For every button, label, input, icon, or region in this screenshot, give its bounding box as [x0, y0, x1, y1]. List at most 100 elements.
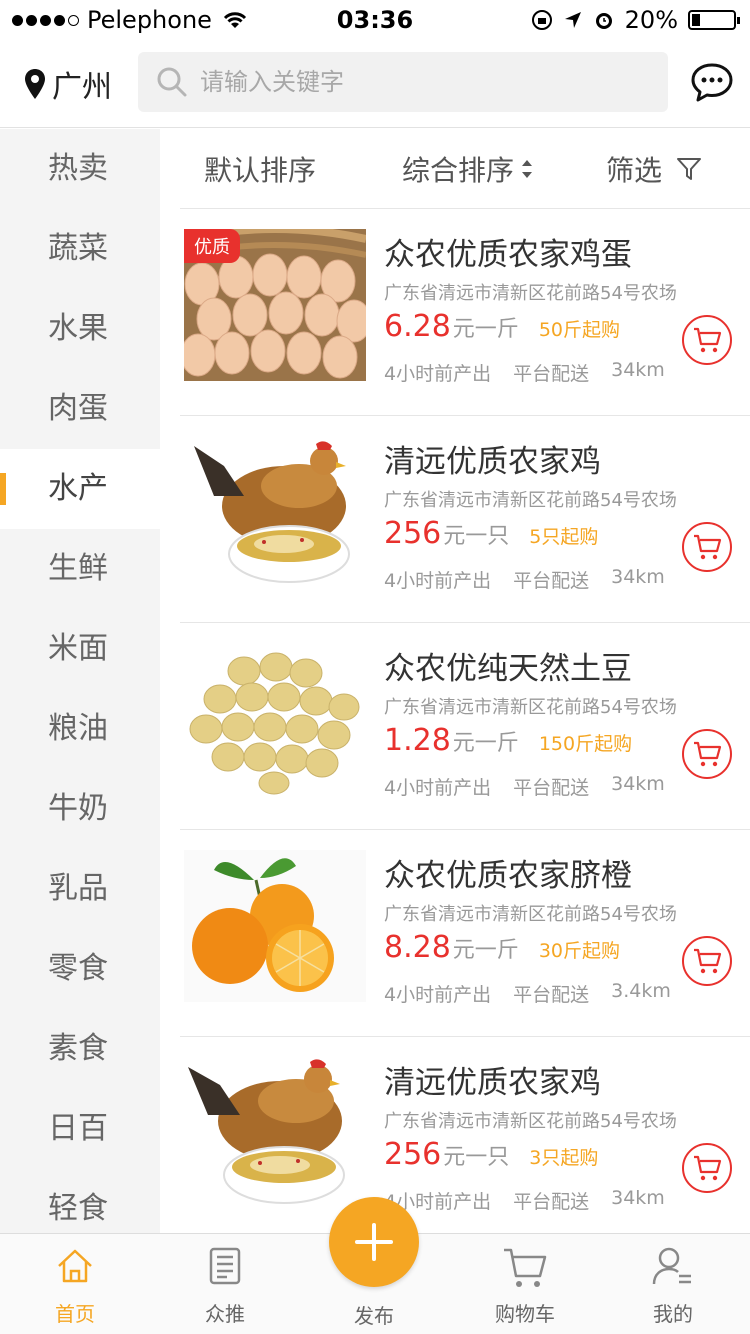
plus-icon: [355, 1223, 393, 1261]
product-item[interactable]: 众农优纯天然土豆 广东省清远市清新区花前路54号农场 1.28 元一斤 150斤…: [180, 623, 750, 830]
location-arrow-icon: [564, 12, 581, 28]
add-to-cart-button[interactable]: [682, 936, 732, 986]
product-address: 广东省清远市清新区花前路54号农场: [384, 904, 677, 925]
distance: 34km: [611, 359, 665, 381]
category-milk[interactable]: 牛奶: [0, 769, 160, 849]
home-icon: [58, 1249, 92, 1283]
product-list: 优质 众农优质农家鸡蛋 广东省清远市清新区花前路54号农场 6.28 元一斤 5…: [180, 209, 750, 1244]
cart-icon: [694, 534, 722, 560]
product-unit: 元一斤: [452, 317, 519, 342]
status-bar: Pelephone 03:36 20%: [0, 0, 750, 40]
tab-cart[interactable]: 购物车: [470, 1234, 580, 1334]
chat-bubble-icon: [691, 63, 733, 102]
product-address: 广东省清远市清新区花前路54号农场: [384, 490, 677, 511]
product-name[interactable]: 众农优质农家脐橙: [384, 850, 632, 895]
add-to-cart-button[interactable]: [682, 1143, 732, 1193]
category-hot[interactable]: 热卖: [0, 129, 160, 209]
category-sidebar: 热卖 蔬菜 水果 肉蛋 水产 生鲜 米面 粮油 牛奶 乳品 零食 素食 日百 轻…: [0, 129, 160, 1233]
add-to-cart-button[interactable]: [682, 315, 732, 365]
produced-time: 4小时前产出: [384, 570, 492, 592]
product-item[interactable]: 清远优质农家鸡 广东省清远市清新区花前路54号农场 256 元一只 3只起购 4…: [180, 1037, 750, 1244]
tab-cart-label: 购物车: [495, 1302, 555, 1326]
sort-composite-label: 综合排序: [402, 153, 515, 187]
product-item[interactable]: 清远优质农家鸡 广东省清远市清新区花前路54号农场 256 元一只 5只起购 4…: [180, 416, 750, 623]
sort-composite-button[interactable]: 综合排序: [402, 149, 534, 189]
message-button[interactable]: [690, 60, 734, 108]
produced-time: 4小时前产出: [384, 777, 492, 799]
product-item[interactable]: 优质 众农优质农家鸡蛋 广东省清远市清新区花前路54号农场 6.28 元一斤 5…: [180, 209, 750, 416]
tab-recommend-label: 众推: [205, 1302, 245, 1326]
min-purchase: 30斤起购: [538, 940, 620, 962]
rotation-lock-icon: [531, 10, 552, 30]
produced-time: 4小时前产出: [384, 363, 492, 385]
search-input[interactable]: [200, 68, 640, 96]
category-fresh[interactable]: 生鲜: [0, 529, 160, 609]
category-rice-noodles[interactable]: 米面: [0, 609, 160, 689]
product-price: 256: [384, 516, 442, 551]
sort-default-button[interactable]: 默认排序: [204, 149, 316, 189]
cart-icon: [504, 1248, 547, 1287]
product-image-chicken[interactable]: [184, 436, 366, 588]
product-price: 256: [384, 1137, 442, 1172]
tab-home[interactable]: 首页: [20, 1234, 130, 1334]
min-purchase: 5只起购: [529, 526, 599, 548]
location-selector[interactable]: 广州: [24, 62, 112, 106]
category-dairy[interactable]: 乳品: [0, 849, 160, 929]
delivery-type: 平台配送: [513, 363, 590, 385]
delivery-type: 平台配送: [513, 1191, 590, 1213]
battery-percent: 20%: [624, 6, 678, 34]
product-name[interactable]: 众农优质农家鸡蛋: [384, 229, 632, 274]
category-snacks[interactable]: 零食: [0, 929, 160, 1009]
product-item[interactable]: 众农优质农家脐橙 广东省清远市清新区花前路54号农场 8.28 元一斤 30斤起…: [180, 830, 750, 1037]
category-seafood[interactable]: 水产: [0, 449, 160, 529]
sort-arrows-icon: [522, 159, 533, 178]
sort-bar: 默认排序 综合排序 筛选: [180, 129, 750, 209]
tab-mine-label: 我的: [653, 1302, 693, 1326]
category-meat-eggs[interactable]: 肉蛋: [0, 369, 160, 449]
tab-recommend[interactable]: 众推: [170, 1234, 280, 1334]
quality-badge: 优质: [184, 229, 240, 263]
product-price: 6.28: [384, 309, 451, 344]
filter-label: 筛选: [606, 153, 663, 187]
search-bar[interactable]: [138, 52, 668, 112]
sort-default-label: 默认排序: [204, 153, 317, 187]
product-unit: 元一只: [443, 1145, 510, 1170]
distance: 34km: [611, 1187, 665, 1209]
category-fruit[interactable]: 水果: [0, 289, 160, 369]
product-address: 广东省清远市清新区花前路54号农场: [384, 1111, 677, 1132]
product-image-chicken[interactable]: [184, 1057, 366, 1209]
filter-funnel-icon: [677, 157, 702, 180]
add-to-cart-button[interactable]: [682, 522, 732, 572]
search-icon: [157, 67, 187, 97]
filter-button[interactable]: 筛选: [606, 149, 702, 189]
product-address: 广东省清远市清新区花前路54号农场: [384, 283, 677, 304]
product-image-potato[interactable]: [184, 643, 366, 795]
category-vegetables[interactable]: 蔬菜: [0, 209, 160, 289]
product-price: 8.28: [384, 930, 451, 965]
tab-home-label: 首页: [55, 1302, 95, 1326]
battery-icon: [688, 10, 740, 30]
delivery-type: 平台配送: [513, 777, 590, 799]
min-purchase: 150斤起购: [538, 733, 633, 755]
cart-icon: [694, 741, 722, 767]
product-image-eggs[interactable]: 优质: [184, 229, 366, 381]
publish-button[interactable]: [329, 1197, 419, 1287]
category-grain-oil[interactable]: 粮油: [0, 689, 160, 769]
tab-mine[interactable]: 我的: [618, 1234, 728, 1334]
product-name[interactable]: 众农优纯天然土豆: [384, 643, 632, 688]
min-purchase: 50斤起购: [538, 319, 620, 341]
product-unit: 元一只: [443, 524, 510, 549]
product-name[interactable]: 清远优质农家鸡: [384, 1057, 601, 1102]
document-icon: [209, 1247, 241, 1285]
add-to-cart-button[interactable]: [682, 729, 732, 779]
category-daily[interactable]: 日百: [0, 1089, 160, 1169]
alarm-icon: [595, 13, 612, 29]
product-name[interactable]: 清远优质农家鸡: [384, 436, 601, 481]
category-vegetarian[interactable]: 素食: [0, 1009, 160, 1089]
min-purchase: 3只起购: [529, 1147, 599, 1169]
location-pin-icon: [25, 69, 45, 99]
product-price: 1.28: [384, 723, 451, 758]
cart-icon: [694, 948, 722, 974]
product-image-orange[interactable]: [184, 850, 366, 1002]
distance: 3.4km: [611, 980, 671, 1002]
